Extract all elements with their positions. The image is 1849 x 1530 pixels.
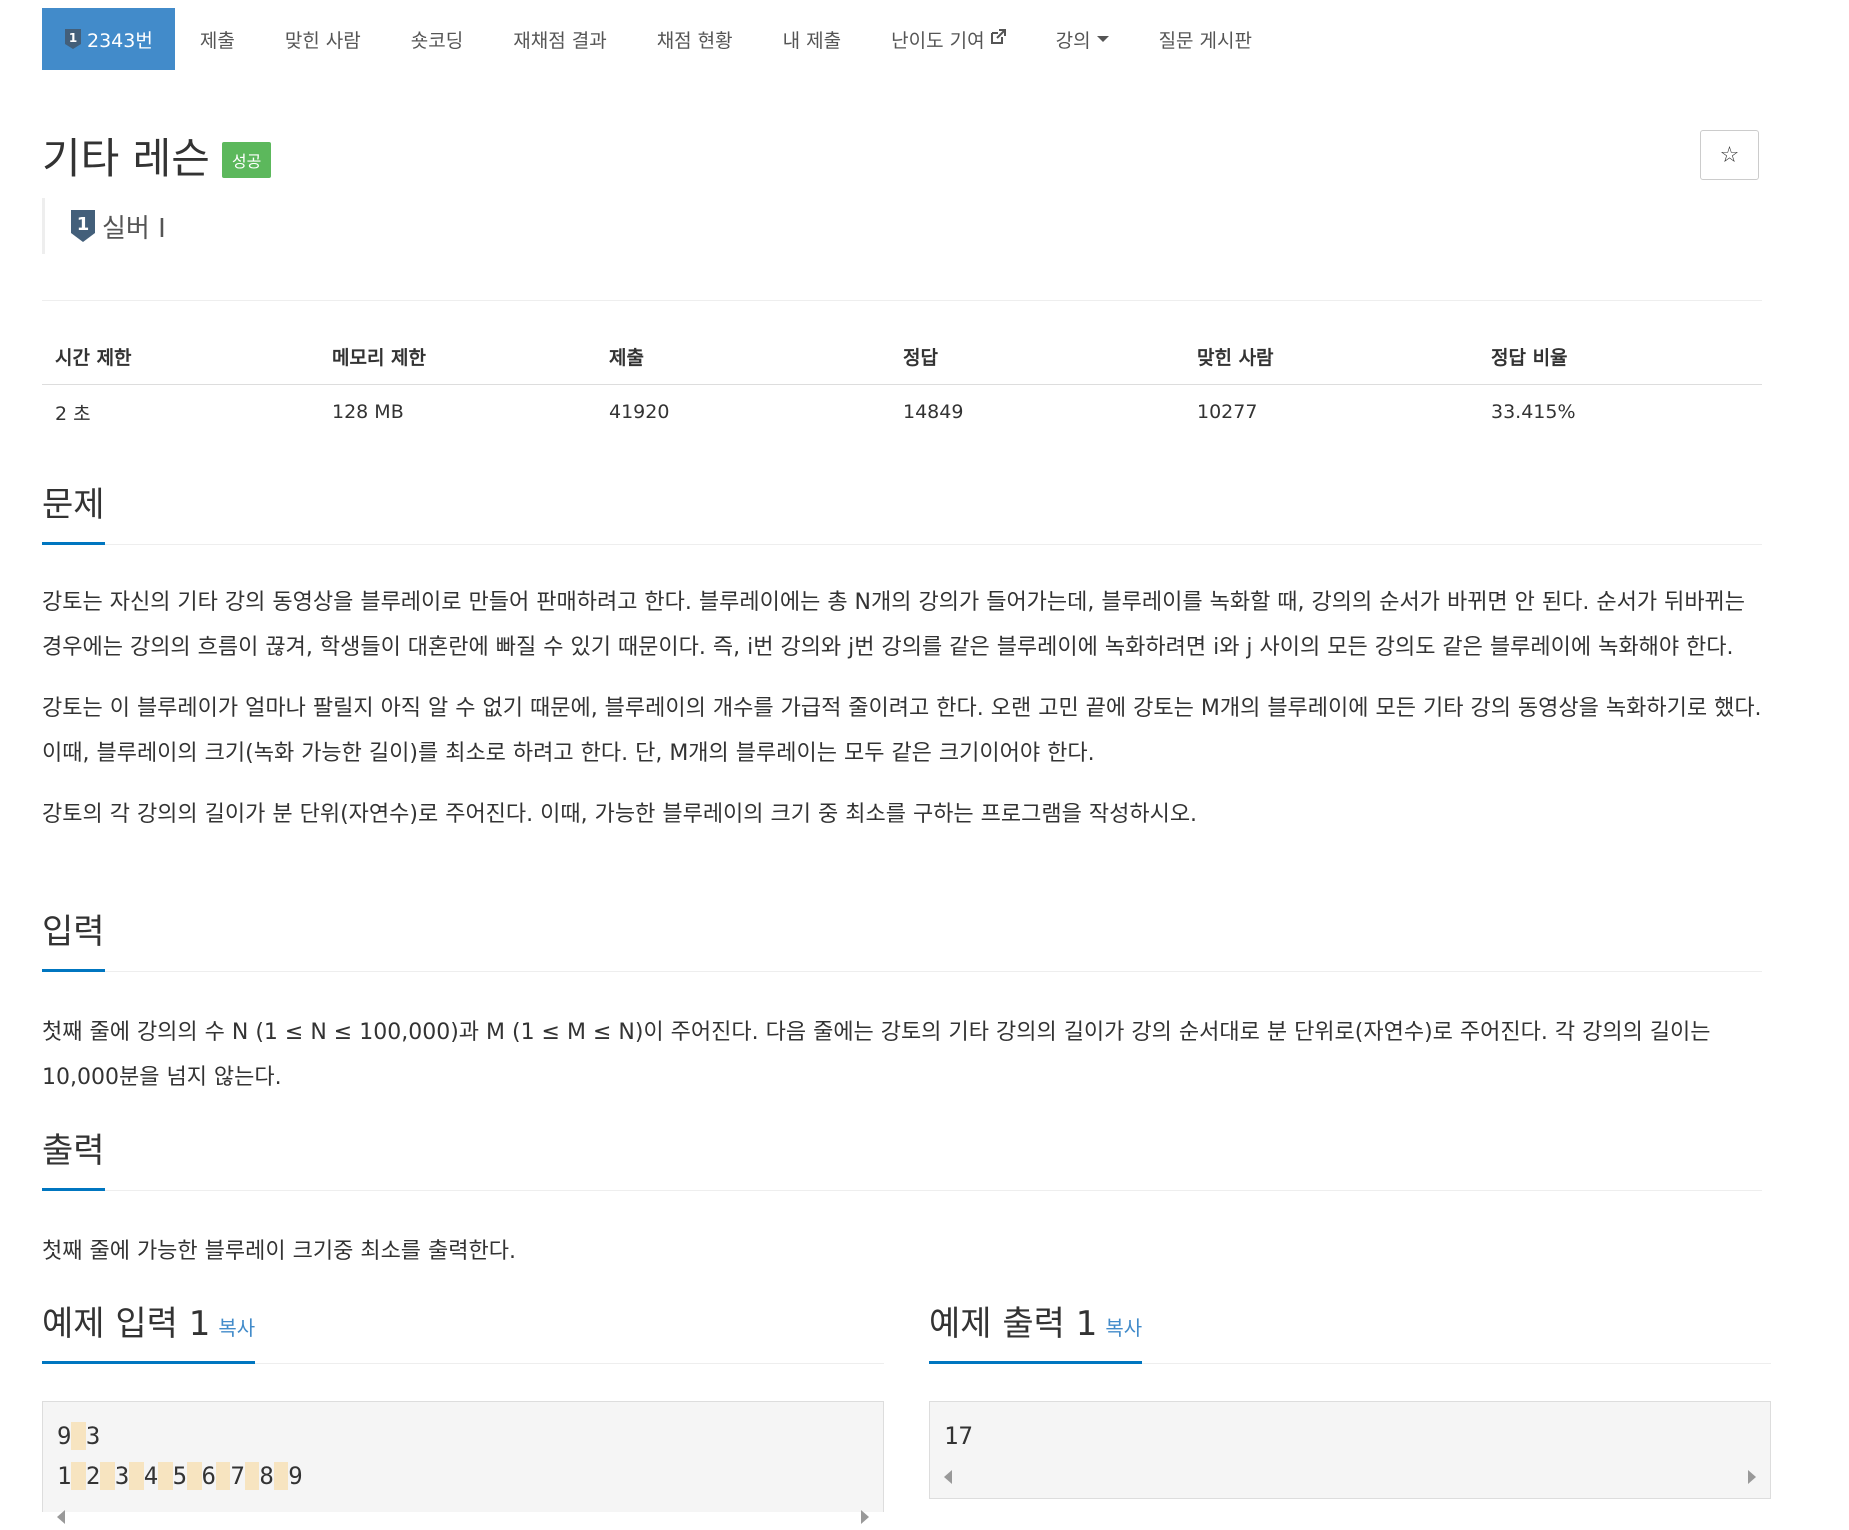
sample-input-token: 8 [259,1462,274,1490]
silver-tier-icon: 1 [70,209,96,243]
whitespace-highlight [100,1462,115,1490]
header-accept-ratio: 정답 비율 [1478,330,1762,385]
whitespace-highlight [71,1422,86,1450]
sample-input-heading: 예제 입력 1 복사 [42,1296,256,1364]
sample-input-token: 9 [288,1462,303,1490]
title-row: 기타 레슨 성공 [42,125,272,186]
nav-my-submissions[interactable]: 내 제출 [758,8,866,70]
input-paragraph: 첫째 줄에 강의의 수 N (1 ≤ N ≤ 100,000)과 M (1 ≤ … [42,1020,1711,1090]
problem-description: 강토는 자신의 기타 강의 동영상을 블루레이로 만들어 판매하려고 한다. 블… [42,580,1762,853]
nav-difficulty-contribution-label: 난이도 기여 [891,29,985,52]
problem-title: 기타 레슨 [42,134,210,183]
sample-input-token: 3 [85,1422,101,1450]
problem-heading: 문제 [42,477,105,545]
sample-input-token: 4 [143,1462,159,1490]
copy-sample-output-link[interactable]: 복사 [1105,1316,1142,1340]
output-section-header: 출력 [42,1113,1762,1191]
time-limit-value: 2 초 [55,402,91,425]
whitespace-highlight [129,1462,144,1490]
whitespace-highlight [187,1462,202,1490]
nav-problem-number-label: 2343번 [87,29,153,52]
input-section-header: 입력 [42,894,1762,972]
sample-output-header: 예제 출력 1 복사 [929,1286,1771,1364]
nav-solved-users[interactable]: 맞힌 사람 [260,8,386,70]
nav-submit[interactable]: 제출 [175,8,260,70]
sample-input-token: 1 [57,1462,72,1490]
header-memory-limit: 메모리 제한 [319,330,596,385]
result-badge: 성공 [221,141,272,178]
divider [42,300,1762,301]
sample-output-title: 예제 출력 1 [929,1304,1098,1344]
sample-input-token: 5 [172,1462,188,1490]
problem-section-header: 문제 [42,467,1762,545]
sample-input-token: 3 [114,1462,130,1490]
scroll-left-arrow-icon[interactable] [57,1510,65,1524]
sample-input-token: 9 [57,1422,72,1450]
favorite-star-button[interactable]: ☆ [1700,130,1759,180]
sample-input-line: 1 2 3 4 5 6 7 8 9 [57,1462,303,1490]
problem-paragraph: 강토는 자신의 기타 강의 동영상을 블루레이로 만들어 판매하려고 한다. 블… [42,590,1746,660]
sample-output-heading: 예제 출력 1 복사 [929,1296,1143,1364]
output-description: 첫째 줄에 가능한 블루레이 크기중 최소를 출력한다. [42,1229,1762,1290]
header-accepted: 정답 [890,330,1184,385]
whitespace-highlight [215,1462,231,1490]
horizontal-scrollbar[interactable] [930,1462,1770,1490]
accepted-value: 14849 [903,401,964,424]
nav-rejudge-results[interactable]: 재채점 결과 [488,8,631,70]
nav-lectures-label: 강의 [1055,29,1091,52]
nav-question-board[interactable]: 질문 게시판 [1134,8,1277,70]
whitespace-highlight [273,1462,289,1490]
sample-output-box[interactable]: 17 [929,1401,1771,1499]
problem-info-table: 시간 제한 메모리 제한 제출 정답 맞힌 사람 정답 비율 2 초 128 M… [42,330,1762,440]
table-header-row: 시간 제한 메모리 제한 제출 정답 맞힌 사람 정답 비율 [42,330,1762,385]
scroll-right-arrow-icon[interactable] [861,1510,869,1524]
output-paragraph: 첫째 줄에 가능한 블루레이 크기중 최소를 출력한다. [42,1239,516,1264]
nav-status[interactable]: 채점 현황 [632,8,758,70]
table-row: 2 초 128 MB 41920 14849 10277 33.415% [42,384,1762,440]
svg-text:1: 1 [77,214,90,235]
sample-input-token: 7 [230,1462,245,1490]
scroll-right-arrow-icon[interactable] [1748,1470,1756,1484]
problem-paragraph: 강토는 이 블루레이가 얼마나 팔릴지 아직 알 수 없기 때문에, 블루레이의… [42,696,1762,766]
nav-short-coding[interactable]: 숏코딩 [386,8,488,70]
star-icon: ☆ [1719,142,1740,168]
silver-tier-icon: 1 [64,28,82,50]
header-solved-users: 맞힌 사람 [1184,330,1478,385]
sample-input-header: 예제 입력 1 복사 [42,1286,884,1364]
whitespace-highlight [158,1462,173,1490]
svg-text:1: 1 [69,31,77,45]
sample-output-text: 17 [944,1422,973,1450]
copy-sample-input-link[interactable]: 복사 [218,1316,255,1340]
nav-difficulty-contribution[interactable]: 난이도 기여 [866,8,1030,70]
whitespace-highlight [71,1462,86,1490]
input-description: 첫째 줄에 강의의 수 N (1 ≤ N ≤ 100,000)과 M (1 ≤ … [42,1010,1762,1116]
nav-problem-number[interactable]: 1 2343번 [42,8,175,70]
submissions-value: 41920 [609,401,670,424]
problem-paragraph: 강토의 각 강의의 길이가 분 단위(자연수)로 주어진다. 이때, 가능한 블… [42,802,1198,827]
sample-input-token: 2 [85,1462,101,1490]
sample-input-text: 9 3 1 2 3 4 5 6 7 8 9 [43,1402,883,1502]
sample-input-box[interactable]: 9 3 1 2 3 4 5 6 7 8 9 [42,1401,884,1524]
sample-input-token: 6 [201,1462,216,1490]
output-heading: 출력 [42,1123,105,1191]
tier-label: 실버 I [102,213,166,244]
sample-input-title: 예제 입력 1 [42,1304,211,1344]
problem-menu: 1 2343번 제출 맞힌 사람 숏코딩 재채점 결과 채점 현황 내 제출 난… [42,8,1762,70]
accept-ratio-value: 33.415% [1491,401,1576,424]
sample-input-line: 9 3 [57,1422,100,1450]
header-submissions: 제출 [596,330,890,385]
caret-down-icon [1096,36,1109,42]
tier-block: 1 실버 I [42,198,166,254]
memory-limit-value: 128 MB [332,401,404,424]
input-heading: 입력 [42,904,105,972]
whitespace-highlight [244,1462,260,1490]
horizontal-scrollbar[interactable] [43,1502,883,1530]
solved-users-value: 10277 [1197,401,1258,424]
scroll-left-arrow-icon[interactable] [944,1470,952,1484]
nav-lectures-dropdown[interactable]: 강의 [1031,8,1134,70]
external-link-icon [990,28,1006,50]
header-time-limit: 시간 제한 [42,330,319,385]
